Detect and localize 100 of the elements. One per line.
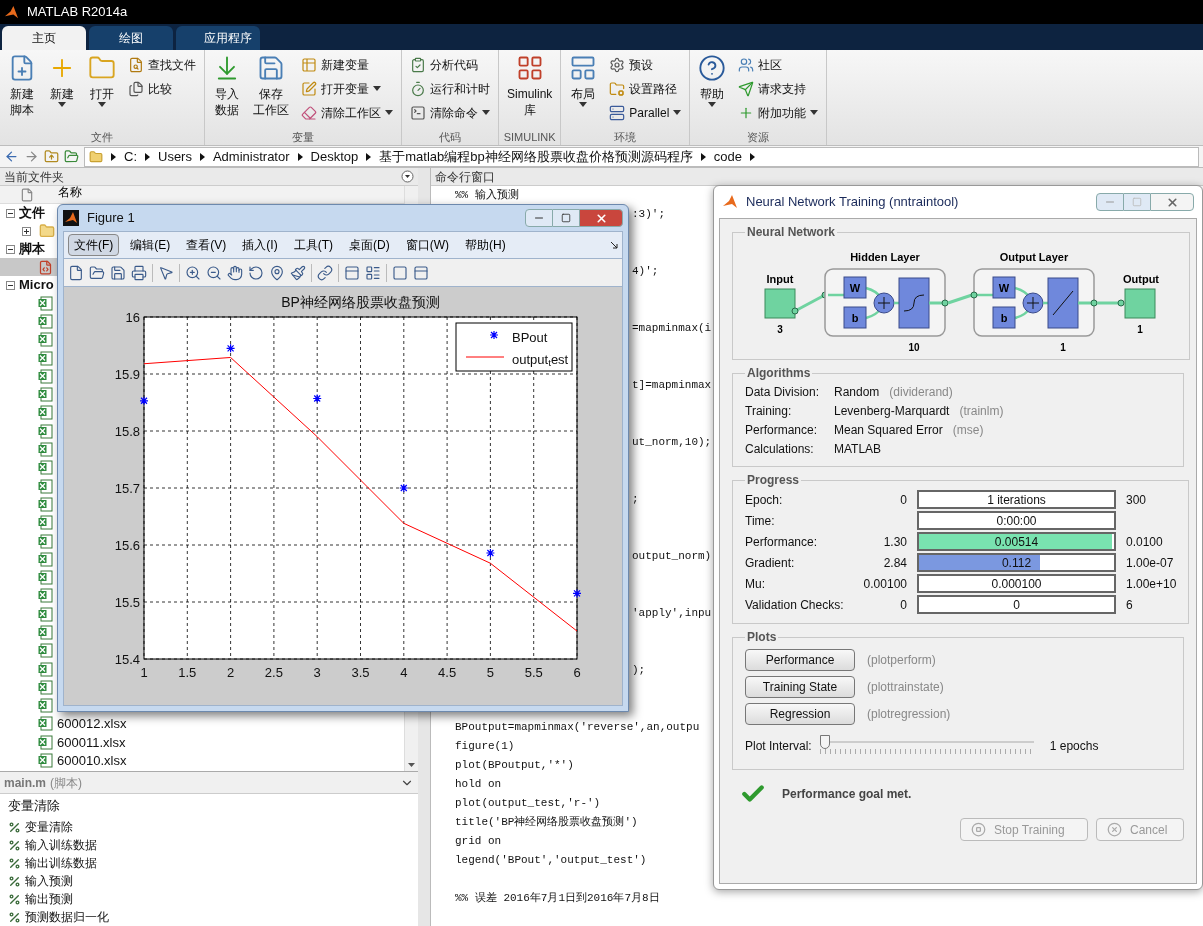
menu-item[interactable]: 帮助(H)	[460, 234, 511, 256]
pin-icon[interactable]	[269, 264, 285, 281]
rotate-icon[interactable]	[248, 264, 264, 281]
menu-item[interactable]: 查看(V)	[181, 234, 232, 256]
close-button[interactable]	[579, 209, 623, 227]
path-segment[interactable]: code	[713, 146, 742, 167]
ribbon-button[interactable]: 查找文件	[128, 54, 196, 75]
plot-button[interactable]: Regression	[745, 702, 855, 725]
path-segment[interactable]: C:	[124, 146, 137, 167]
ribbon-button[interactable]: 预设	[609, 54, 682, 75]
cell-title[interactable]: 输入训练数据	[25, 836, 97, 854]
collapse-icon[interactable]	[6, 208, 15, 218]
menu-item[interactable]: 窗口(W)	[400, 234, 454, 256]
minimize-button[interactable]	[525, 209, 553, 227]
maximize-button[interactable]	[553, 209, 579, 227]
path-field[interactable]: C: Users Administrator Desktop 基于matlab编程bp神经网络股票收盘价格预测源码程序 code	[84, 146, 1199, 167]
ribbon-button[interactable]: 设置路径	[609, 78, 682, 99]
collapse-icon[interactable]	[6, 244, 15, 254]
cell-title[interactable]: 输出预测	[25, 890, 73, 908]
zoom-in-icon[interactable]	[185, 264, 201, 281]
end-value: 300	[1126, 491, 1147, 509]
code-line: legend('BPout','output_test')	[455, 854, 647, 866]
panel-icon[interactable]	[413, 264, 429, 281]
link-icon[interactable]	[317, 264, 333, 281]
plot-button[interactable]: Performance	[745, 648, 855, 671]
tree-node[interactable]: 文件	[19, 203, 45, 223]
ribbon-tab[interactable]: 应用程序	[176, 26, 260, 50]
help-icon	[698, 54, 727, 82]
dropdown-icon[interactable]	[401, 170, 414, 183]
plot-button[interactable]: Training State	[745, 675, 855, 698]
path-segment[interactable]: 基于matlab编程bp神经网络股票收盘价格预测源码程序	[379, 146, 693, 167]
new-file-icon[interactable]	[68, 264, 84, 281]
ribbon-button[interactable]: 新建变量	[301, 54, 393, 75]
ribbon-button[interactable]: 新建	[44, 54, 80, 129]
colorbar-icon[interactable]	[344, 264, 360, 281]
slider-track[interactable]	[819, 735, 1034, 757]
file-name[interactable]: 600010.xlsx	[57, 750, 127, 771]
ribbon-button[interactable]: 社区	[738, 54, 819, 75]
brush-icon[interactable]	[290, 264, 306, 281]
code-line: 4)';	[632, 265, 659, 277]
ribbon-button[interactable]: 打开	[84, 54, 120, 129]
menu-item[interactable]: 文件(F)	[68, 234, 120, 256]
cell-title[interactable]: 变量清除	[25, 818, 73, 836]
path-segment[interactable]: Administrator	[212, 146, 290, 167]
menu-item[interactable]: 桌面(D)	[344, 234, 395, 256]
ribbon-button[interactable]: 比较	[128, 78, 196, 99]
ribbon-button[interactable]: 打开变量	[301, 78, 393, 99]
ribbon-button[interactable]: 清除命令	[410, 102, 490, 123]
cell-title[interactable]: 输入预测	[25, 872, 73, 890]
printer-icon[interactable]	[131, 264, 147, 281]
ribbon-button[interactable]: 帮助	[694, 54, 731, 129]
zoom-out-icon[interactable]	[206, 264, 222, 281]
tree-node[interactable]: 脚本	[19, 239, 45, 259]
ribbon-button[interactable]: 布局	[565, 54, 602, 129]
ribbon-button[interactable]: 运行和计时	[410, 78, 490, 99]
menu-item[interactable]: 编辑(E)	[125, 234, 176, 256]
folder-browse-icon[interactable]	[64, 149, 79, 164]
hand-icon[interactable]	[227, 264, 243, 281]
menu-item[interactable]: 工具(T)	[288, 234, 338, 256]
separator-arrow-icon	[297, 152, 303, 161]
folder-icon[interactable]	[89, 264, 105, 281]
path-segment[interactable]: Users	[158, 146, 192, 167]
dock-arrow-icon[interactable]	[610, 241, 618, 249]
ribbon-button[interactable]: Simulink 库	[503, 54, 557, 129]
progress-value: 1 iterations	[987, 491, 1046, 509]
column-header[interactable]: 名称	[58, 186, 82, 198]
ribbon-tab[interactable]: 主页	[2, 26, 86, 50]
ribbon-button[interactable]: 清除工作区	[301, 102, 393, 123]
forward-icon[interactable]	[24, 149, 39, 164]
back-icon[interactable]	[4, 149, 19, 164]
ribbon-button[interactable]: 导入 数据	[209, 54, 245, 129]
spreadsheet-icon	[38, 698, 53, 714]
file-name[interactable]: 600012.xlsx	[57, 714, 127, 734]
tree-node[interactable]: Micro	[19, 275, 54, 295]
separator-arrow-icon	[199, 152, 205, 161]
tick-label: 2.5	[264, 665, 283, 680]
slider-thumb[interactable]	[819, 735, 830, 749]
cell-title[interactable]: 预测数据归一化	[25, 908, 109, 926]
path-segment[interactable]: Desktop	[310, 146, 359, 167]
save-icon[interactable]	[110, 264, 126, 281]
ribbon-button[interactable]: Parallel	[609, 102, 682, 123]
cell-title[interactable]: 输出训练数据	[25, 854, 97, 872]
pointer-icon[interactable]	[158, 264, 174, 281]
collapse-icon[interactable]	[6, 280, 15, 290]
ribbon-button[interactable]: 分析代码	[410, 54, 490, 75]
expand-icon[interactable]	[22, 226, 31, 236]
legend-icon[interactable]	[365, 264, 381, 281]
square-icon[interactable]	[392, 264, 408, 281]
ribbon-button[interactable]: 新建 脚本	[4, 54, 40, 129]
folder-up-icon[interactable]	[44, 149, 59, 164]
ribbon-tab[interactable]: 绘图	[89, 26, 173, 50]
progress-value: 0.000100	[991, 575, 1042, 593]
file-name[interactable]: 600011.xlsx	[57, 732, 126, 753]
ribbon-button[interactable]: 请求支持	[738, 78, 819, 99]
ribbon-button[interactable]: 附加功能	[738, 102, 819, 123]
close-button[interactable]	[1150, 193, 1194, 211]
menu-item[interactable]: 插入(I)	[237, 234, 283, 256]
ribbon-button[interactable]: 保存 工作区	[249, 54, 293, 129]
scroll-down-icon[interactable]	[408, 763, 415, 767]
terminal-icon	[410, 104, 426, 121]
